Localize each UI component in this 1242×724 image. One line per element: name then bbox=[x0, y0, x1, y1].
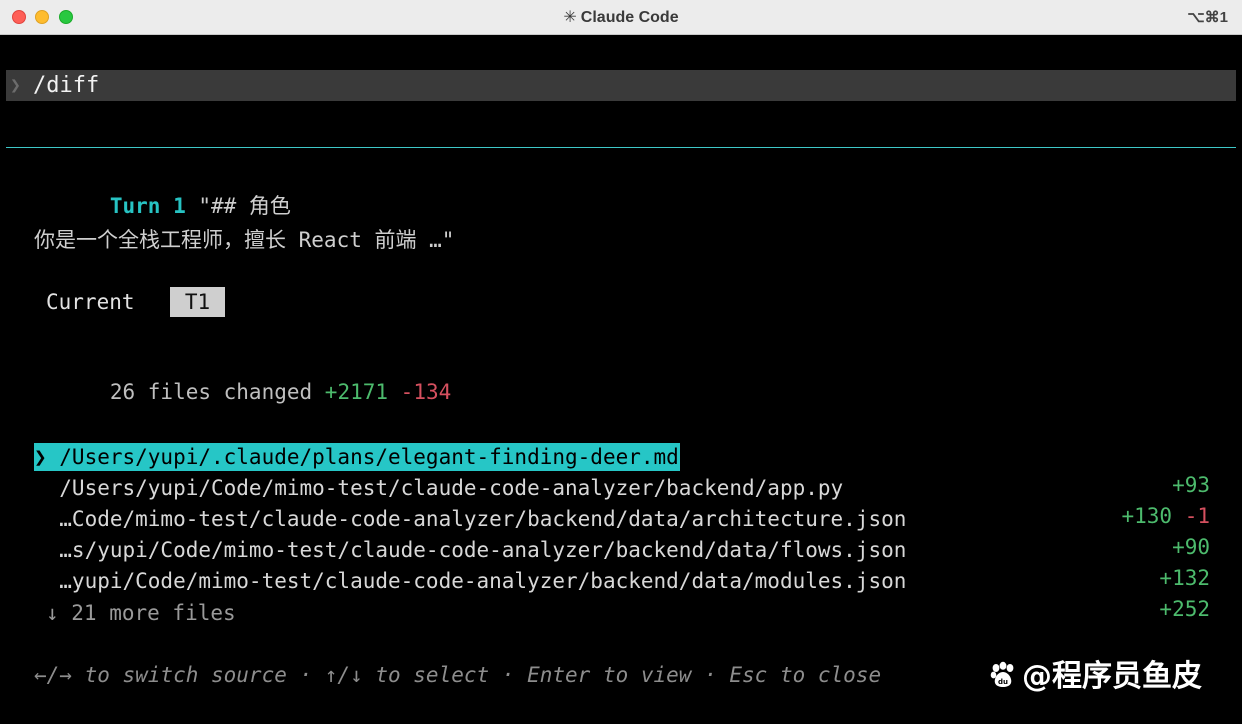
terminal-window: ✳ Claude Code ⌥⌘1 ❯ /diff Turn 1 "## 角色 你… bbox=[0, 0, 1242, 724]
section-divider bbox=[6, 147, 1236, 148]
prompt-input[interactable]: ❯ /diff bbox=[6, 70, 1236, 101]
diff-summary: 26 files changed +2171 -134 bbox=[34, 350, 451, 434]
tab-current[interactable]: Current bbox=[46, 287, 135, 317]
baidu-paw-icon: du bbox=[988, 660, 1018, 690]
turn-body-text: 你是一个全栈工程师，擅长 React 前端 …" bbox=[34, 228, 455, 252]
keyboard-help: ←/→ to switch source · ↑/↓ to select · E… bbox=[34, 663, 882, 687]
file-row[interactable]: …s/yupi/Code/mimo-test/claude-code-analy… bbox=[34, 536, 1210, 590]
file-row-selected[interactable]: ❯ /Users/yupi/.claude/plans/elegant-find… bbox=[34, 443, 1210, 497]
file-additions: +252 bbox=[1159, 597, 1210, 621]
more-files-indicator[interactable]: ↓ 21 more files bbox=[46, 599, 236, 627]
title-bar: ✳ Claude Code ⌥⌘1 bbox=[0, 0, 1242, 35]
total-deletions: -134 bbox=[400, 380, 452, 404]
asterisk-icon: ✳ bbox=[563, 9, 577, 26]
window-shortcut: ⌥⌘1 bbox=[1187, 9, 1228, 26]
file-stats: +252 bbox=[1058, 567, 1210, 651]
window-title-text: Claude Code bbox=[580, 9, 679, 26]
watermark: du @程序员鱼皮 bbox=[988, 656, 1202, 698]
terminal-content: ❯ /diff Turn 1 "## 角色 你是一个全栈工程师，擅长 React… bbox=[0, 35, 1242, 724]
turn-label: Turn 1 bbox=[109, 194, 186, 218]
prompt-chevron-icon: ❯ bbox=[10, 75, 21, 96]
turn-title-text: "## 角色 bbox=[185, 194, 291, 218]
watermark-text: @程序员鱼皮 bbox=[1022, 659, 1202, 694]
file-path: ❯ /Users/yupi/.claude/plans/elegant-find… bbox=[34, 443, 680, 471]
window-title: ✳ Claude Code bbox=[0, 0, 1242, 35]
file-path: …yupi/Code/mimo-test/claude-code-analyze… bbox=[34, 569, 907, 593]
file-row[interactable]: …Code/mimo-test/claude-code-analyzer/bac… bbox=[34, 505, 1210, 559]
file-row[interactable]: /Users/yupi/Code/mimo-test/claude-code-a… bbox=[34, 474, 1210, 528]
prompt-command[interactable]: /diff bbox=[33, 70, 99, 101]
tab-t1[interactable]: T1 bbox=[170, 287, 225, 317]
svg-text:du: du bbox=[998, 678, 1008, 686]
total-additions: +2171 bbox=[324, 380, 389, 404]
files-changed-text: 26 files changed bbox=[109, 380, 325, 404]
file-path: /Users/yupi/Code/mimo-test/claude-code-a… bbox=[34, 476, 844, 500]
file-path: …s/yupi/Code/mimo-test/claude-code-analy… bbox=[34, 538, 907, 562]
file-path: …Code/mimo-test/claude-code-analyzer/bac… bbox=[34, 507, 907, 531]
file-row[interactable]: …yupi/Code/mimo-test/claude-code-analyze… bbox=[34, 567, 1210, 621]
